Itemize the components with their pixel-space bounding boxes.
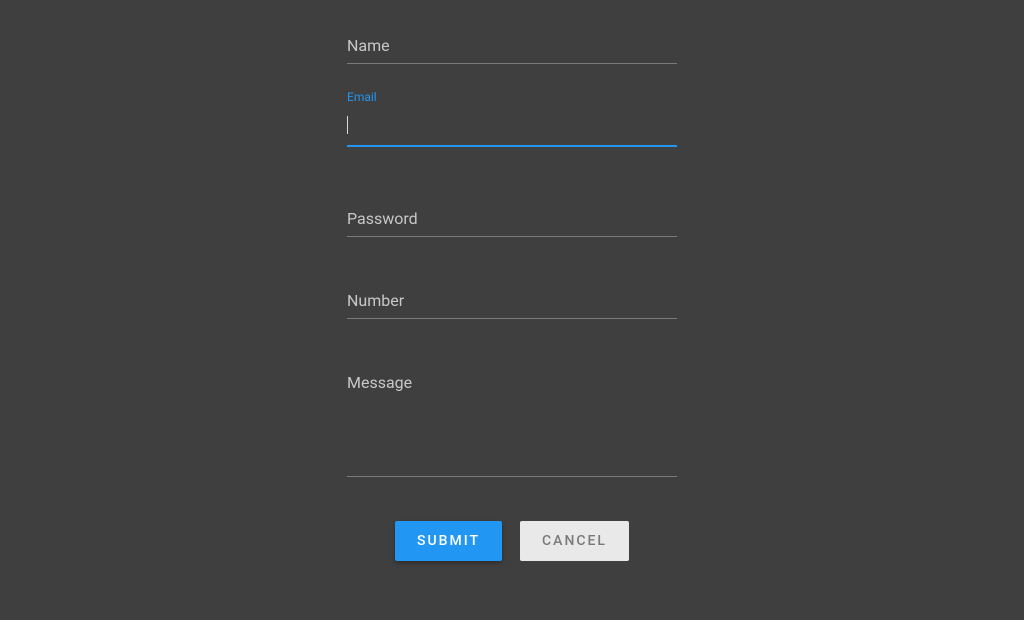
name-input[interactable] [347, 30, 677, 64]
email-label: Email [347, 90, 377, 104]
email-field: Email [347, 112, 677, 147]
name-field: Name [347, 30, 677, 64]
form: Name Email Password Number Message SUBMI… [347, 0, 677, 561]
email-input[interactable] [347, 112, 677, 147]
password-field: Password [347, 203, 677, 237]
cancel-button[interactable]: CANCEL [520, 521, 629, 561]
message-field: Message [347, 367, 677, 481]
submit-button[interactable]: SUBMIT [395, 521, 502, 561]
number-field: Number [347, 285, 677, 319]
button-row: SUBMIT CANCEL [347, 521, 677, 561]
message-input[interactable] [347, 367, 677, 477]
password-input[interactable] [347, 203, 677, 237]
number-input[interactable] [347, 285, 677, 319]
text-caret [347, 116, 348, 134]
